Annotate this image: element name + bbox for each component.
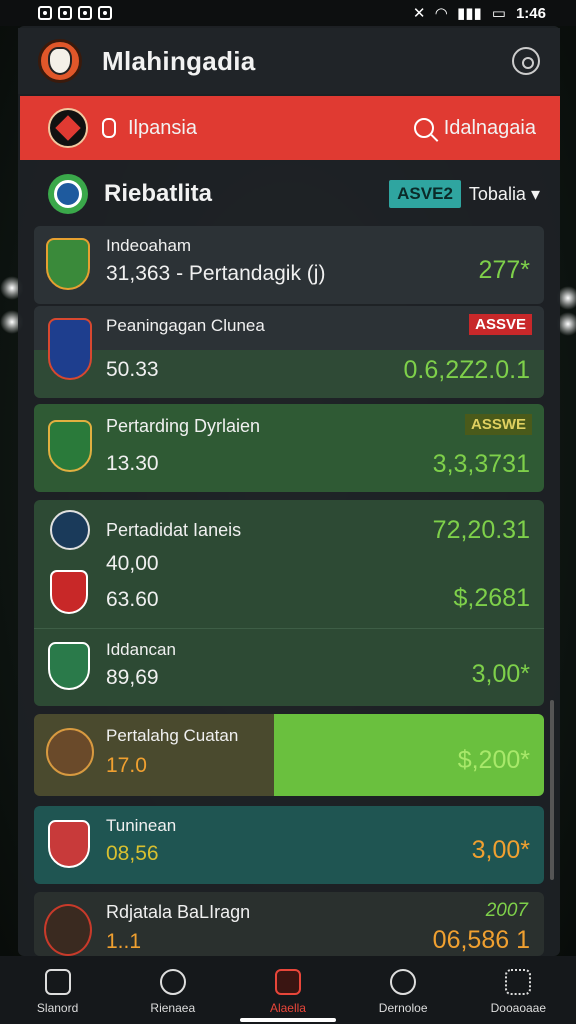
section-header: Riebatlita ASVE2 Tobalia ▾ [20, 166, 560, 222]
tab-home[interactable]: Slanord [8, 969, 108, 1015]
team-crest-icon [44, 904, 92, 956]
battery-icon: ▭ [491, 5, 506, 22]
scrollbar[interactable] [550, 700, 554, 880]
team-crest-icon [48, 420, 92, 472]
match-value: 06,586 1 [432, 926, 530, 954]
league-bar[interactable]: Ilpansia Idalnagaia [20, 96, 560, 160]
match-card[interactable]: Tuninean 08,56 3,00* [34, 806, 544, 884]
league-badge-icon [48, 108, 88, 148]
search-button[interactable]: Idalnagaia [413, 116, 536, 140]
match-card[interactable]: Peaningagan Clunea ASSVE 50.33 0.6,2Z2.0… [34, 306, 544, 398]
match-card[interactable]: Rdjatala BaLIragn 2007 1..1 06,586 1 [34, 892, 544, 956]
app-header: Mlahingadia [18, 28, 560, 94]
sort-dropdown[interactable]: Tobalia ▾ [469, 184, 540, 205]
match-subtitle: 63.60 [106, 588, 159, 611]
tab-label: Dernoloe [378, 1001, 428, 1015]
match-value: $,2681 [453, 584, 530, 612]
settings-gear-icon[interactable] [512, 47, 540, 75]
match-card[interactable]: Indeoaham 31,363 - Pertandagik (j) 277* [34, 226, 544, 304]
match-card[interactable]: Pertadidat Ianeis 72,20.31 40,00 63.60 $… [34, 500, 544, 706]
match-top-value: 2007 [485, 900, 528, 921]
filter-badge[interactable]: ASVE2 [389, 180, 461, 208]
tab-label: Slanord [36, 1001, 79, 1015]
match-title: Pertalahg Cuatan [106, 726, 239, 745]
system-icons: ✕ ◠ ▮▮▮ ▭ 1:46 [412, 4, 546, 23]
search-label: Idalnagaia [443, 116, 536, 139]
signal-icon: ▮▮▮ [457, 5, 482, 22]
bottom-tab-bar: Slanord Rienaea Alaella Dernoloe Dooaoaa… [0, 956, 576, 1024]
divider [34, 628, 544, 629]
match-title: Tuninean [106, 816, 177, 835]
tab-label: Rienaea [150, 1001, 196, 1015]
wifi-icon: ◠ [435, 5, 448, 22]
match-subtitle: 40,00 [106, 552, 159, 575]
tab-live[interactable]: Alaella [238, 969, 338, 1015]
team-crest-icon [48, 820, 90, 868]
clock: 1:46 [515, 4, 546, 22]
tab-search[interactable]: Rienaea [123, 969, 223, 1015]
section-title: Riebatlita [104, 180, 213, 207]
globe-icon [48, 174, 88, 214]
sort-dropdown-label: Tobalia [468, 183, 526, 204]
home-icon [44, 969, 71, 995]
match-subtitle: 89,69 [106, 666, 159, 689]
notification-icons [38, 6, 112, 20]
team-crest-icon [48, 642, 90, 690]
app-title: Mlahingadia [102, 45, 256, 76]
match-value: 277* [478, 256, 530, 284]
match-value: 3,00* [471, 836, 530, 864]
search-icon [413, 118, 434, 138]
notification-icon [78, 6, 92, 20]
match-value: 0.6,2Z2.0.1 [403, 356, 530, 384]
status-badge: ASSVE [469, 314, 532, 335]
tab-label: Dooaoaae [490, 1001, 547, 1015]
match-card[interactable]: Pertarding Dyrlaien ASSWE 13.30 3,3,3731 [34, 404, 544, 492]
team-crest-icon [48, 318, 92, 380]
match-value: 3,00* [471, 660, 530, 688]
match-value: $,200* [457, 746, 530, 774]
live-icon [274, 969, 301, 995]
app-logo-icon [38, 39, 82, 83]
player-avatar [46, 728, 94, 776]
tab-more[interactable]: Dooaoaae [468, 969, 568, 1015]
notification-icon [38, 6, 52, 20]
status-badge: ASSWE [464, 414, 532, 435]
match-subtitle: 13.30 [106, 452, 159, 475]
refresh-icon [390, 969, 417, 995]
home-indicator [240, 1018, 336, 1022]
search-icon [159, 969, 186, 995]
match-subtitle: 31,363 - Pertandagik (j) [106, 262, 326, 285]
league-label: Ilpansia [128, 116, 197, 139]
status-bar: ✕ ◠ ▮▮▮ ▭ 1:46 [0, 0, 576, 26]
grid-icon [505, 969, 532, 995]
team-crest-icon [46, 238, 90, 290]
mute-icon: ✕ [412, 5, 426, 22]
notification-icon [98, 6, 112, 20]
match-subtitle: 08,56 [106, 842, 159, 865]
tab-label: Alaella [269, 1001, 306, 1015]
match-value: 72,20.31 [432, 516, 530, 544]
match-title: Indeoaham [106, 236, 192, 255]
match-subtitle: 17.0 [106, 754, 147, 777]
match-title: Rdjatala BaLIragn [106, 902, 251, 922]
team-crest-icon [50, 570, 88, 614]
match-title: Peaningagan Clunea [106, 316, 265, 335]
team-crest-icon [50, 510, 90, 550]
match-subtitle: 50.33 [106, 358, 159, 381]
match-value: 3,3,3731 [432, 450, 530, 478]
match-title: Iddancan [106, 640, 176, 659]
match-subtitle: 1..1 [106, 930, 142, 953]
tab-refresh[interactable]: Dernoloe [353, 969, 453, 1015]
lock-icon [102, 118, 116, 138]
match-title: Pertarding Dyrlaien [106, 416, 261, 436]
match-card-highlighted[interactable]: Pertalahg Cuatan 17.0 $,200* [34, 714, 544, 796]
notification-icon [58, 6, 72, 20]
match-title: Pertadidat Ianeis [106, 520, 242, 540]
